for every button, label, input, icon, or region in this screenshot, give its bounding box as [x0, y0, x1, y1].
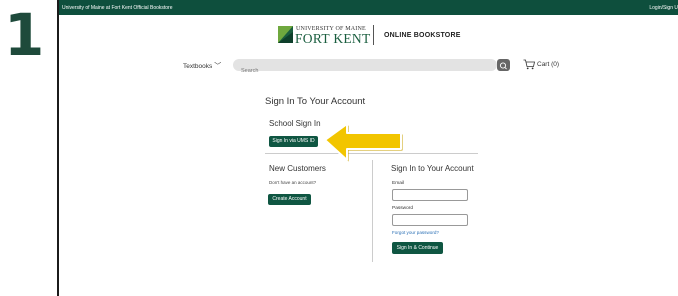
logo-campus-text: FORT KENT [295, 31, 371, 46]
no-account-text: Don't have an account? [269, 180, 317, 185]
chevron-down-icon: ﹀ [214, 63, 222, 70]
email-label: Email [392, 181, 404, 186]
password-field[interactable] [392, 214, 468, 226]
textbooks-menu[interactable]: Textbooks ﹀ [183, 61, 221, 71]
cart-link[interactable]: Cart (0) [523, 59, 559, 71]
new-customers-title: New Customers [269, 164, 326, 173]
login-signup-link[interactable]: Login/Sign U [649, 5, 678, 11]
create-account-button[interactable]: Create Account [268, 194, 311, 205]
cart-icon [523, 59, 535, 70]
search-input[interactable] [233, 65, 497, 77]
signin-title: Sign In to Your Account [391, 164, 474, 173]
page-title: Sign In To Your Account [265, 96, 366, 107]
sign-in-continue-button[interactable]: Sign In & Continue [392, 242, 443, 254]
step-number: 1 [4, 1, 44, 69]
cart-label: Cart (0) [537, 61, 560, 68]
pointer-arrow-icon [324, 123, 403, 162]
password-label: Password [392, 206, 414, 211]
school-signin-title: School Sign In [269, 119, 321, 128]
search-icon [499, 62, 507, 70]
university-logo[interactable]: UNIVERSITY OF MAINE FORT KENT [278, 26, 370, 46]
logo-flag-icon [278, 26, 293, 43]
email-field[interactable] [392, 189, 468, 201]
sign-in-ums-button[interactable]: Sign In via UMS ID [269, 136, 318, 147]
forgot-password-link[interactable]: Forgot your password? [392, 230, 439, 235]
store-title: ONLINE BOOKSTORE [384, 32, 461, 39]
textbooks-label: Textbooks [183, 63, 213, 70]
logo-divider [373, 25, 374, 45]
browser-frame: University of Maine at Fort Kent Officia… [57, 0, 678, 296]
top-bar: University of Maine at Fort Kent Officia… [59, 0, 678, 15]
search-bar[interactable] [233, 59, 497, 77]
search-button[interactable] [497, 59, 510, 71]
column-divider [372, 160, 373, 262]
site-label: University of Maine at Fort Kent Officia… [62, 5, 173, 11]
